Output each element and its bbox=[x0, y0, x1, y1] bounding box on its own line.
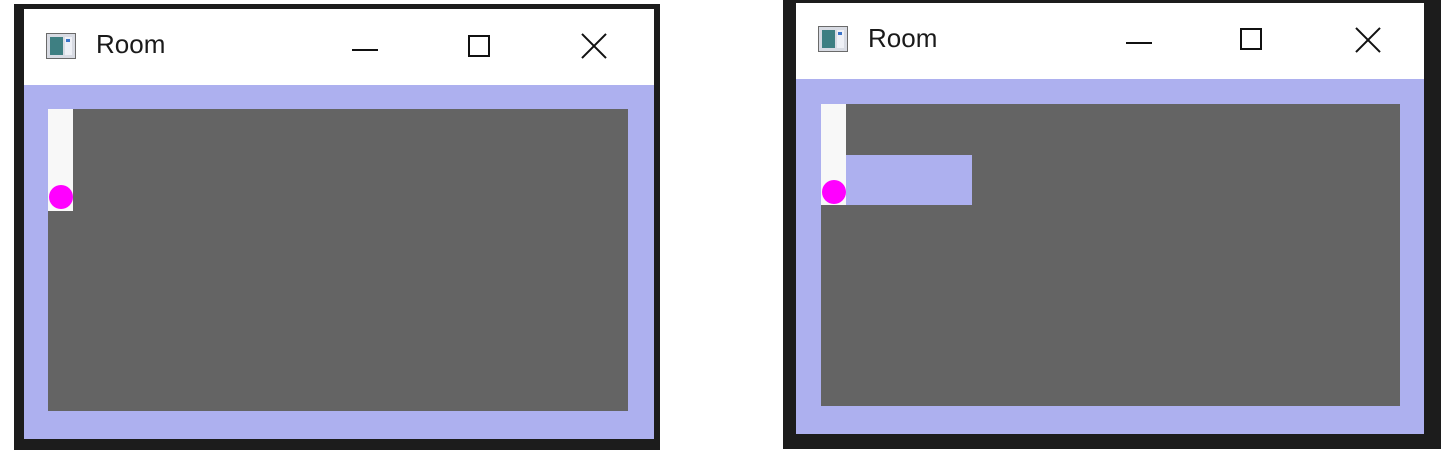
close-icon[interactable] bbox=[1354, 26, 1382, 54]
app-window-icon bbox=[818, 26, 848, 52]
maximize-icon[interactable] bbox=[468, 35, 490, 57]
window-title: Room bbox=[96, 29, 166, 59]
agent-dot bbox=[822, 180, 846, 204]
maximize-icon[interactable] bbox=[1240, 28, 1262, 50]
agent-dot bbox=[49, 185, 73, 209]
titlebar[interactable]: Room bbox=[24, 9, 654, 85]
room-window-2-body: Room bbox=[796, 3, 1424, 434]
client-area bbox=[24, 85, 654, 439]
room-window-1-body: Room bbox=[24, 9, 654, 439]
visited-block bbox=[846, 155, 972, 205]
minimize-icon[interactable] bbox=[1126, 42, 1152, 44]
client-area bbox=[796, 79, 1424, 434]
titlebar[interactable]: Room bbox=[796, 3, 1424, 79]
app-window-icon bbox=[46, 33, 76, 59]
room-floor bbox=[48, 109, 628, 411]
window-title: Room bbox=[868, 23, 938, 53]
room-floor bbox=[821, 104, 1400, 406]
close-icon[interactable] bbox=[580, 32, 608, 60]
minimize-icon[interactable] bbox=[352, 49, 378, 51]
